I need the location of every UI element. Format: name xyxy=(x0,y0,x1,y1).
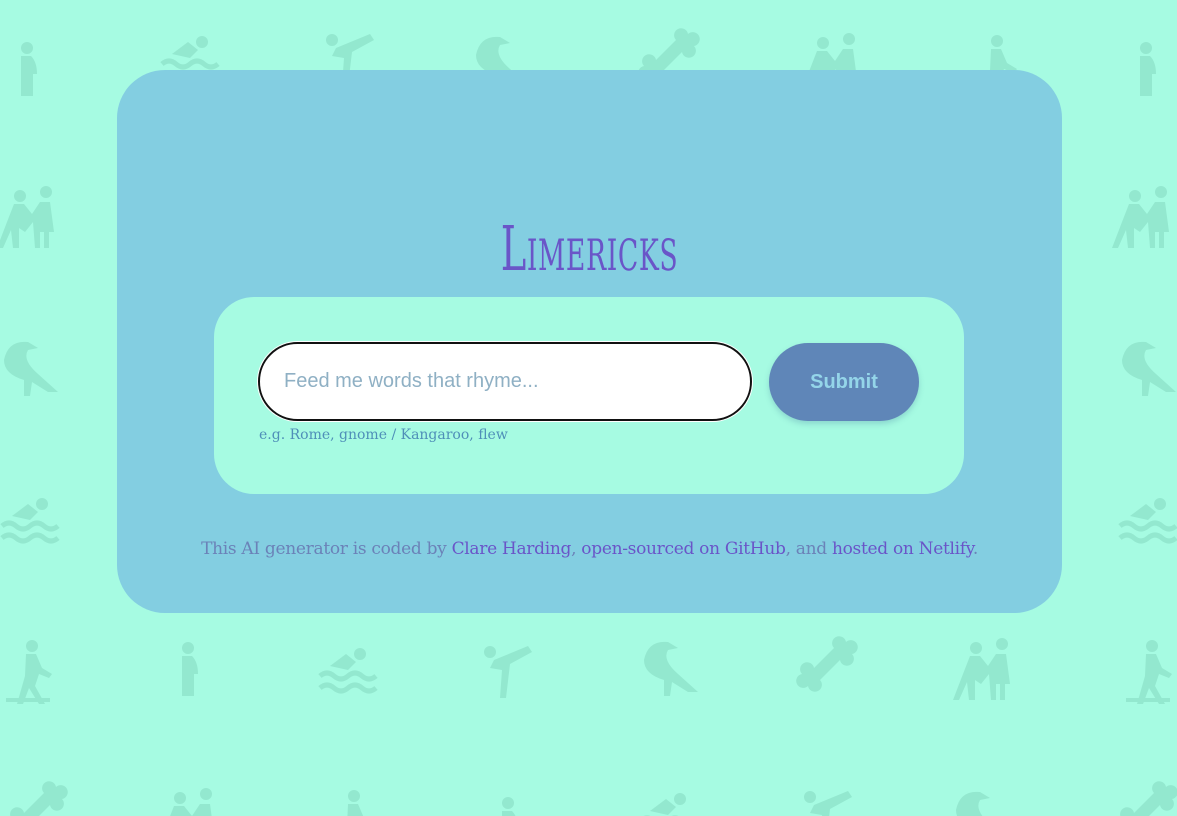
page-title: Limericks xyxy=(500,212,679,285)
author-link[interactable]: Clare Harding xyxy=(452,539,572,559)
submit-button[interactable]: Submit xyxy=(769,343,919,421)
credits-footer: This AI generator is coded by Clare Hard… xyxy=(117,539,1062,559)
input-hint: e.g. Rome, gnome / Kangaroo, flew xyxy=(259,427,508,443)
limerick-form: Submit e.g. Rome, gnome / Kangaroo, flew xyxy=(214,297,964,494)
credits-separator: , and xyxy=(785,539,832,559)
credits-suffix: . xyxy=(972,539,978,559)
main-card: Limericks Submit e.g. Rome, gnome / Kang… xyxy=(117,70,1062,613)
netlify-link[interactable]: hosted on Netlify xyxy=(832,539,973,559)
credits-separator: , xyxy=(571,539,582,559)
credits-prefix: This AI generator is coded by xyxy=(201,539,452,559)
github-link[interactable]: open-sourced on GitHub xyxy=(581,539,786,559)
rhyme-words-input[interactable] xyxy=(258,342,752,421)
